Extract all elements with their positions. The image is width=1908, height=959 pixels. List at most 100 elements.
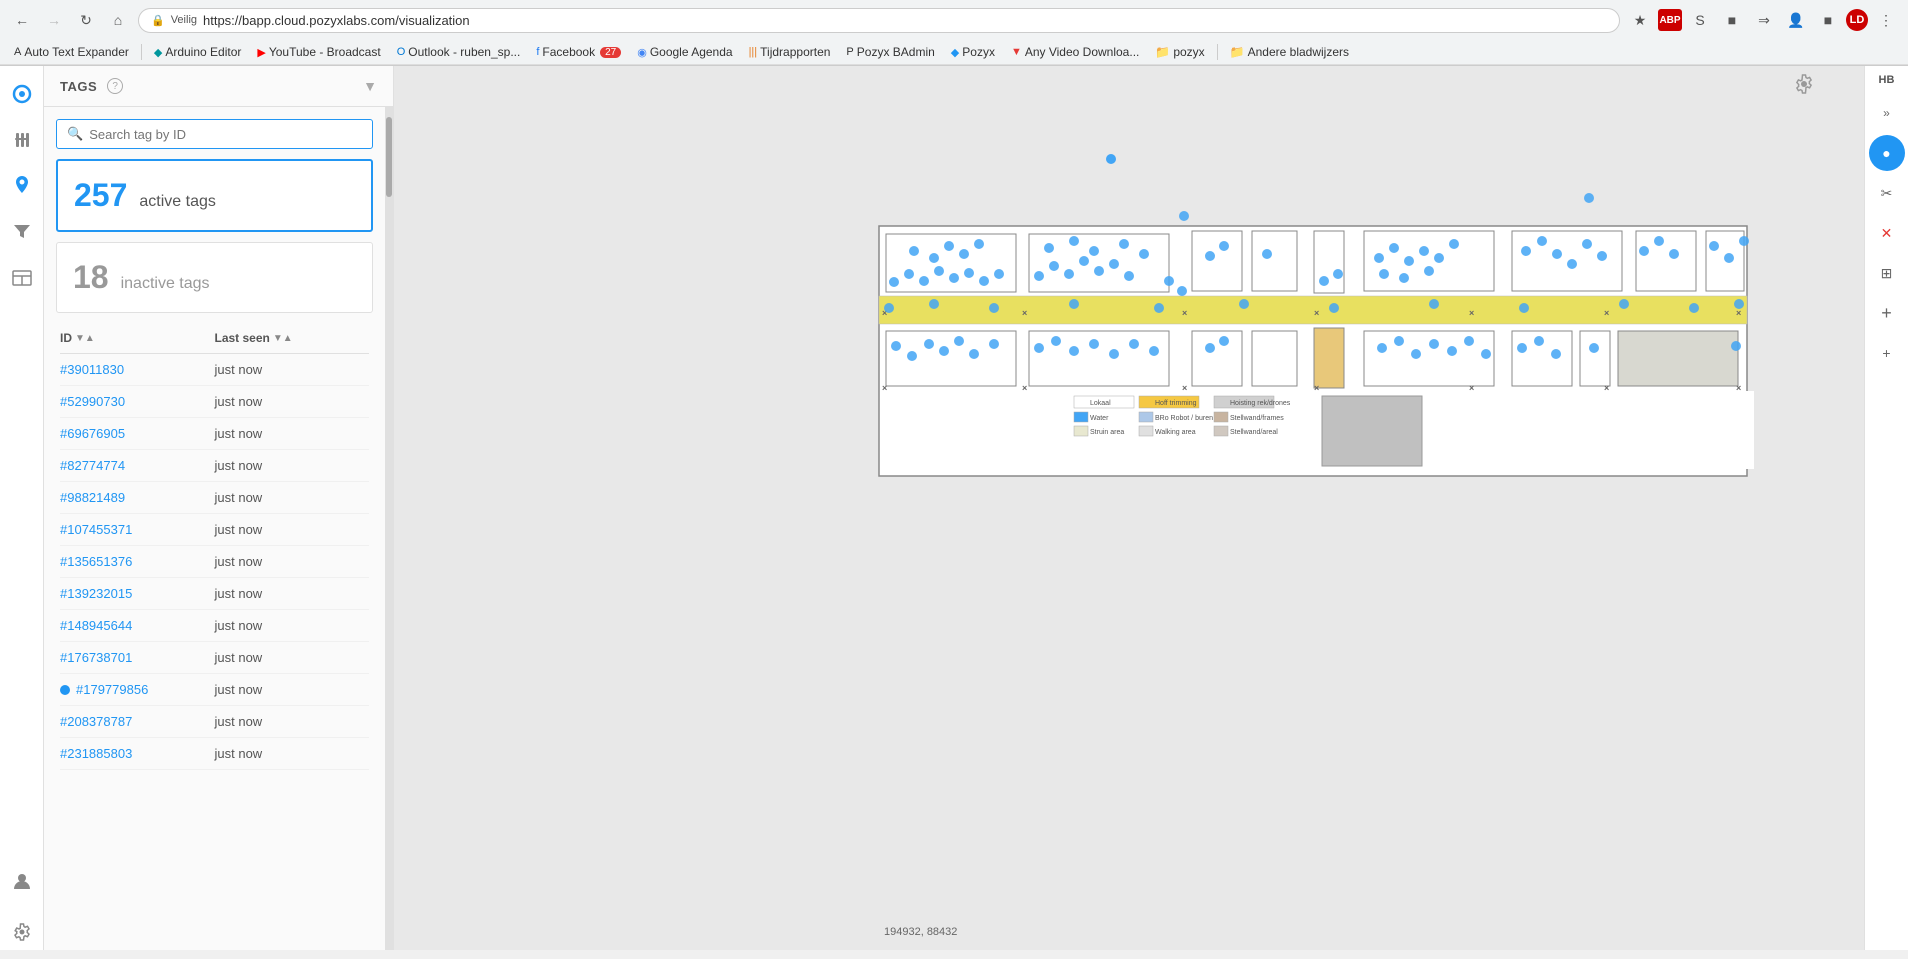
right-btn-plus-large[interactable]: + — [1869, 295, 1905, 331]
app-container: TAGS ? ▼ 🔍 257 active tags — [0, 66, 1908, 950]
tags-scroll-area: 🔍 257 active tags 18 inactive tags — [44, 107, 393, 950]
tijdrapporten-icon: ||| — [749, 46, 758, 58]
visualization-settings-button[interactable] — [1794, 74, 1814, 97]
tags-dropdown-button[interactable]: ▼ — [363, 78, 377, 94]
browser-actions: ★ ABP S ■ ⇒ 👤 ■ LD ⋮ — [1626, 6, 1900, 34]
ext6-button[interactable]: LD — [1846, 9, 1868, 31]
tag-id-link[interactable]: #39011830 — [60, 362, 215, 377]
table-row: #176738701just now — [60, 642, 369, 674]
bookmark-arduino[interactable]: ◆ Arduino Editor — [148, 43, 248, 61]
tags-content: 🔍 257 active tags 18 inactive tags — [44, 107, 385, 950]
search-input[interactable] — [89, 127, 362, 142]
tag-id-link[interactable]: #179779856 — [60, 682, 215, 697]
sidebar-icons — [0, 66, 44, 950]
svg-text:×: × — [1022, 308, 1027, 318]
facebook-badge: 27 — [600, 47, 621, 58]
hb-label: HB — [1879, 74, 1895, 87]
forward-button[interactable]: → — [40, 6, 68, 34]
tag-id-link[interactable]: #148945644 — [60, 618, 215, 633]
security-label: Veilig — [171, 14, 197, 26]
reload-button[interactable]: ↻ — [72, 6, 100, 34]
bookmark-andere[interactable]: 📁 Andere bladwijzers — [1224, 43, 1355, 61]
svg-text:BRo Robot / buren: BRo Robot / buren — [1155, 415, 1213, 422]
bookmark-separator-1 — [141, 44, 142, 60]
tags-scrollbar-thumb[interactable] — [386, 117, 392, 197]
ext1-button[interactable]: S — [1686, 6, 1714, 34]
bookmark-tijdrapporten[interactable]: ||| Tijdrapporten — [743, 43, 837, 61]
bookmark-auto-text-expander[interactable]: A Auto Text Expander — [8, 43, 135, 61]
right-btn-plus-small[interactable]: + — [1869, 335, 1905, 371]
coordinates-display: 194932, 88432 — [884, 926, 957, 938]
active-dot — [60, 685, 70, 695]
sidebar-icon-tools[interactable] — [4, 122, 40, 158]
bookmark-pozyx-badmin[interactable]: P Pozyx BAdmin — [840, 43, 940, 61]
svg-text:×: × — [1182, 383, 1187, 393]
svg-text:×: × — [1604, 383, 1609, 393]
ext4-button[interactable]: 👤 — [1782, 6, 1810, 34]
search-box[interactable]: 🔍 — [56, 119, 373, 149]
right-btn-grid[interactable]: ⊞ — [1869, 255, 1905, 291]
tag-id-link[interactable]: #139232015 — [60, 586, 215, 601]
sidebar-icon-logo[interactable] — [4, 76, 40, 112]
abp-button[interactable]: ABP — [1658, 9, 1682, 31]
bookmark-any-video[interactable]: ▼ Any Video Downloa... — [1005, 43, 1145, 61]
tag-id-link[interactable]: #231885803 — [60, 746, 215, 761]
tag-id-link[interactable]: #98821489 — [60, 490, 215, 505]
bookmark-youtube[interactable]: ▶ YouTube - Broadcast — [251, 43, 386, 61]
tags-scrollbar[interactable] — [385, 107, 393, 950]
tags-header: TAGS ? ▼ — [44, 66, 393, 107]
bookmark-google-agenda[interactable]: ◉ Google Agenda — [631, 43, 738, 61]
lastseen-sort-icon: ▼▲ — [273, 333, 293, 344]
bookmark-pozyx[interactable]: ◆ Pozyx — [945, 43, 1001, 61]
col-lastseen-header[interactable]: Last seen ▼▲ — [215, 331, 370, 345]
sidebar-icon-location[interactable] — [4, 168, 40, 204]
sidebar-icon-settings-bottom[interactable] — [4, 914, 40, 950]
right-btn-scissors[interactable]: ✂ — [1869, 175, 1905, 211]
tag-id-link[interactable]: #208378787 — [60, 714, 215, 729]
svg-text:Lokaal: Lokaal — [1090, 400, 1111, 407]
table-row: #39011830just now — [60, 354, 369, 386]
pozyx-folder-icon: 📁 — [1155, 45, 1170, 59]
table-row: #69676905just now — [60, 418, 369, 450]
back-button[interactable]: ← — [8, 6, 36, 34]
tag-lastseen: just now — [215, 522, 370, 537]
tag-lastseen: just now — [215, 458, 370, 473]
any-video-icon: ▼ — [1011, 46, 1022, 58]
ext3-button[interactable]: ⇒ — [1750, 6, 1778, 34]
right-btn-close[interactable]: ✕ — [1869, 215, 1905, 251]
right-btn-forward[interactable]: » — [1869, 95, 1905, 131]
tag-lastseen: just now — [215, 586, 370, 601]
tag-id-link[interactable]: #107455371 — [60, 522, 215, 537]
isolated-tag-dot — [1106, 154, 1116, 164]
tag-id-link[interactable]: #52990730 — [60, 394, 215, 409]
col-id-header[interactable]: ID ▼▲ — [60, 331, 215, 345]
url-text[interactable]: https://bapp.cloud.pozyxlabs.com/visuali… — [203, 13, 1607, 28]
home-button[interactable]: ⌂ — [104, 6, 132, 34]
tag-id-link[interactable]: #176738701 — [60, 650, 215, 665]
address-bar[interactable]: 🔒 Veilig https://bapp.cloud.pozyxlabs.co… — [138, 8, 1620, 33]
inactive-tags-card[interactable]: 18 inactive tags — [56, 242, 373, 313]
main-visualization-area[interactable]: Lokaal Hoff trimming Hoisting rek/drones… — [394, 66, 1864, 950]
sidebar-icon-filter[interactable] — [4, 214, 40, 250]
sidebar-icon-floor[interactable] — [4, 260, 40, 296]
bookmark-pozyx-folder[interactable]: 📁 pozyx — [1149, 43, 1210, 61]
sidebar-icon-user[interactable] — [12, 871, 32, 894]
active-tags-card[interactable]: 257 active tags — [56, 159, 373, 232]
menu-button[interactable]: ⋮ — [1872, 6, 1900, 34]
tags-help-button[interactable]: ? — [107, 78, 123, 94]
tags-title: TAGS — [60, 79, 97, 94]
right-btn-active[interactable]: ● — [1869, 135, 1905, 171]
svg-text:×: × — [1314, 308, 1319, 318]
svg-text:Stellwand/areal: Stellwand/areal — [1230, 429, 1278, 436]
star-button[interactable]: ★ — [1626, 6, 1654, 34]
tag-id-link[interactable]: #69676905 — [60, 426, 215, 441]
tag-id-link[interactable]: #135651376 — [60, 554, 215, 569]
active-count: 257 — [74, 177, 127, 214]
browser-chrome: ← → ↻ ⌂ 🔒 Veilig https://bapp.cloud.pozy… — [0, 0, 1908, 66]
tag-id-link[interactable]: #82774774 — [60, 458, 215, 473]
bookmark-facebook[interactable]: f Facebook 27 — [530, 43, 627, 61]
ext2-button[interactable]: ■ — [1718, 6, 1746, 34]
bookmark-outlook[interactable]: O Outlook - ruben_sp... — [391, 43, 527, 61]
ext5-button[interactable]: ■ — [1814, 6, 1842, 34]
table-row: #107455371just now — [60, 514, 369, 546]
